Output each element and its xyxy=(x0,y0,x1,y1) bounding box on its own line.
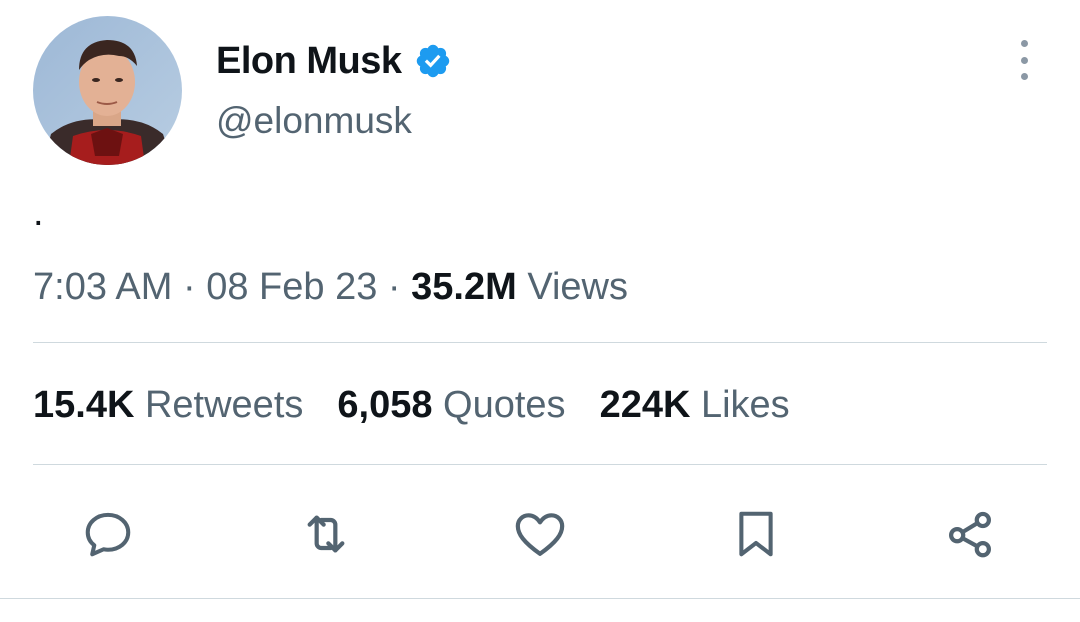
tweet-metadata: 7:03 AM · 08 Feb 23 · 35.2M Views xyxy=(33,266,628,309)
meta-separator: · xyxy=(377,266,412,308)
tweet-date[interactable]: 08 Feb 23 xyxy=(206,266,377,308)
views-count: 35.2M xyxy=(411,266,517,308)
divider xyxy=(33,464,1047,465)
quotes-count: 6,058 xyxy=(337,384,433,426)
tweet-text: . xyxy=(33,192,44,234)
views-label: Views xyxy=(527,266,628,308)
like-icon[interactable] xyxy=(512,506,568,562)
retweet-icon[interactable] xyxy=(298,506,354,562)
tweet-detail: Elon Musk @elonmusk . 7:03 AM · 08 Feb 2… xyxy=(0,0,1080,622)
likes-stat[interactable]: 224K Likes xyxy=(600,384,790,427)
meta-separator: · xyxy=(172,266,207,308)
retweets-stat[interactable]: 15.4K Retweets xyxy=(33,384,303,427)
tweet-time[interactable]: 7:03 AM xyxy=(33,266,172,308)
quotes-stat[interactable]: 6,058 Quotes xyxy=(337,384,565,427)
author-display-name[interactable]: Elon Musk xyxy=(216,40,402,83)
likes-label: Likes xyxy=(700,384,790,426)
reply-icon[interactable] xyxy=(80,506,136,562)
more-options-icon[interactable] xyxy=(1010,40,1038,80)
divider xyxy=(33,342,1047,343)
verified-badge-icon xyxy=(414,42,452,80)
engagement-stats: 15.4K Retweets 6,058 Quotes 224K Likes xyxy=(33,384,824,427)
author-name-row[interactable]: Elon Musk xyxy=(216,39,452,83)
retweets-label: Retweets xyxy=(144,384,304,426)
divider xyxy=(0,598,1080,599)
avatar[interactable] xyxy=(33,16,182,165)
share-icon[interactable] xyxy=(942,506,998,562)
likes-count: 224K xyxy=(599,384,691,426)
quotes-label: Quotes xyxy=(443,384,566,426)
action-bar xyxy=(0,506,1080,562)
author-handle[interactable]: @elonmusk xyxy=(216,100,412,142)
bookmark-icon[interactable] xyxy=(728,506,784,562)
retweets-count: 15.4K xyxy=(33,384,135,426)
